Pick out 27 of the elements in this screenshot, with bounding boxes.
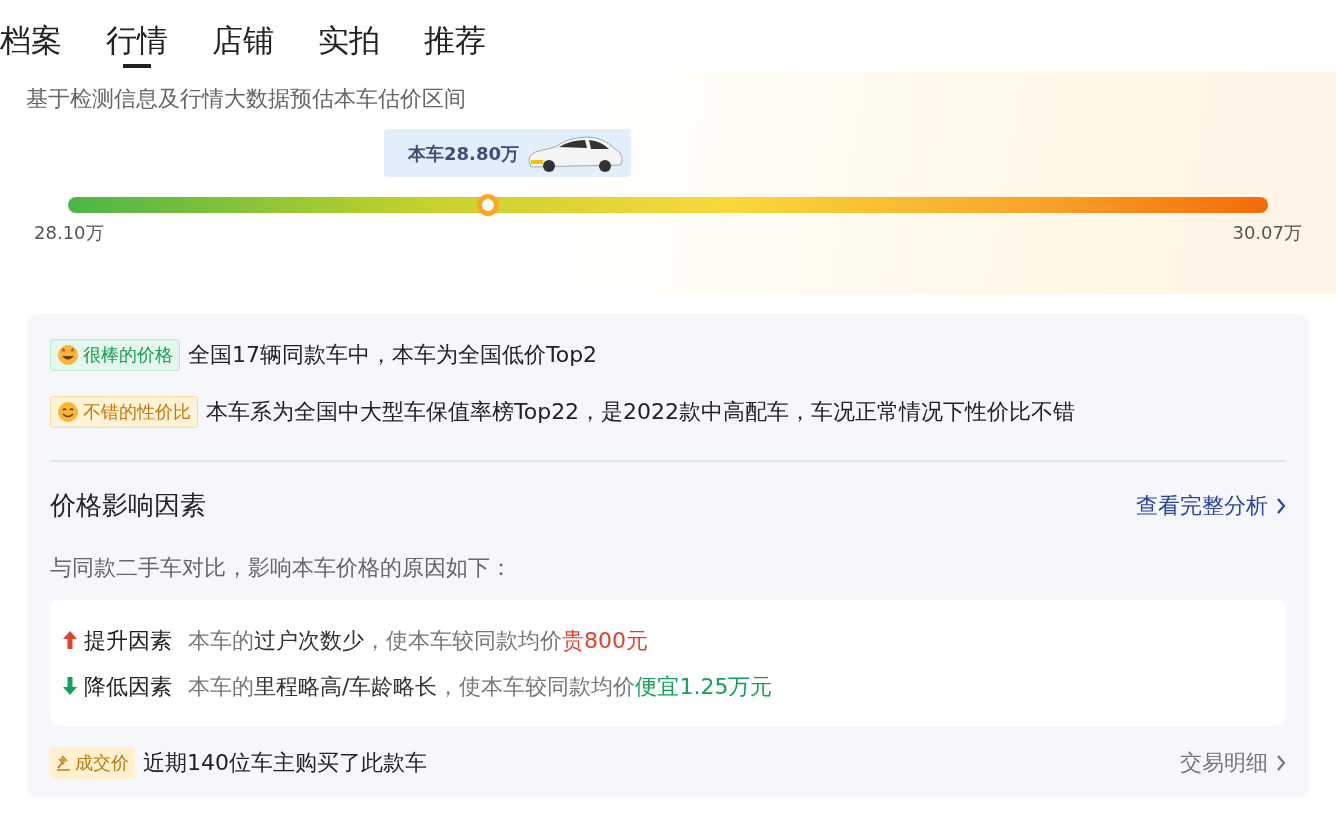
min-price: 28.10万 [34,221,104,245]
gavel-icon [56,753,72,772]
factor-text: 本车的过户次数少，使本车较同款均价贵800元 [188,626,648,655]
tab[interactable]: 实拍 [318,14,380,68]
max-price: 30.07万 [1232,221,1302,245]
estimate-subtitle: 基于检测信息及行情大数据预估本车估价区间 [26,85,467,113]
rating-tag: 不错的性价比 [50,395,198,428]
section-title: 价格影响因素 [50,489,206,522]
full-analysis-link[interactable]: 查看完整分析 [1136,489,1286,522]
deal-details-link[interactable]: 交易明细 [1180,746,1286,779]
section-intro: 与同款二手车对比，影响本车价格的原因如下： [50,554,513,582]
deal-text: 近期140位车主购买了此款车 [143,749,427,777]
factor-text: 本车的里程略高/车龄略长，使本车较同款均价便宜1.25万元 [188,672,773,701]
starry-eyed-face-icon [57,343,79,366]
chevron-right-icon [1276,753,1286,772]
tab[interactable]: 推荐 [424,14,486,68]
tab[interactable]: 店铺 [212,14,274,68]
chevron-right-icon [1276,496,1286,515]
tab[interactable]: 档案 [0,14,62,68]
factor-label: 提升因素 [84,626,172,655]
rating-text: 本车系为全国中大型车保值率榜Top22，是2022款中高配车，车况正常情况下性价比不错 [206,398,1076,426]
price-bubble: 本车28.80万 [384,129,631,177]
rating-tag: 很棒的价格 [50,338,180,371]
rating-text: 全国17辆同款车中，本车为全国低价Top2 [188,341,598,369]
factor-label: 降低因素 [84,672,172,701]
smiling-face-icon [57,400,79,423]
deal-price-tag: 成交价 [50,746,135,779]
